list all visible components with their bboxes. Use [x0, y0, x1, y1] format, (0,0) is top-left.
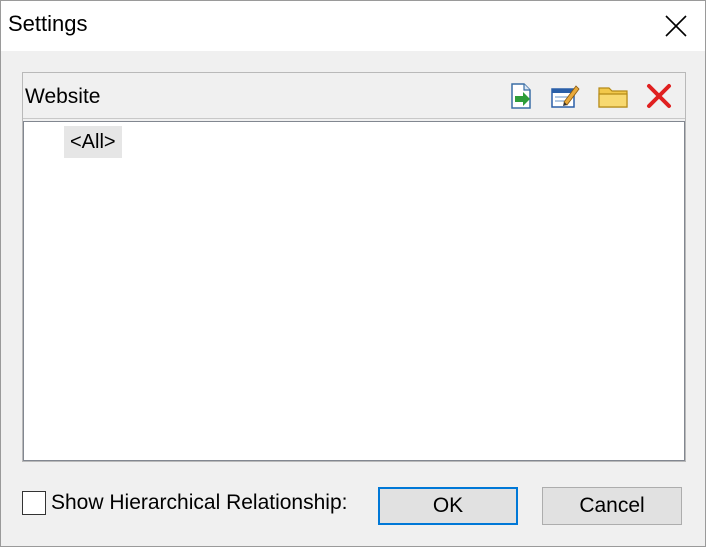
- panel-header: Website: [23, 73, 685, 119]
- dialog-title: Settings: [8, 11, 88, 36]
- folder-icon: [598, 87, 628, 108]
- close-button[interactable]: [647, 1, 705, 51]
- website-panel: Website <All>: [22, 72, 686, 462]
- delete-icon: [647, 84, 671, 108]
- import-icon: [511, 83, 531, 109]
- open-folder-button[interactable]: [596, 79, 630, 113]
- cancel-button[interactable]: Cancel: [542, 487, 682, 525]
- list-item[interactable]: <All>: [64, 126, 122, 158]
- settings-dialog: Settings Website <All> Show Hierarchical…: [0, 0, 706, 547]
- panel-label: Website: [25, 85, 101, 108]
- website-list[interactable]: <All>: [23, 121, 685, 461]
- edit-button[interactable]: [548, 79, 582, 113]
- edit-icon: [551, 85, 580, 108]
- show-hierarchical-checkbox[interactable]: [22, 491, 46, 515]
- show-hierarchical-option[interactable]: Show Hierarchical Relationship:: [22, 491, 347, 515]
- close-icon: [665, 15, 687, 37]
- delete-button[interactable]: [642, 79, 676, 113]
- import-button[interactable]: [504, 79, 538, 113]
- show-hierarchical-label: Show Hierarchical Relationship:: [51, 491, 348, 514]
- title-bar: Settings: [1, 1, 705, 51]
- ok-button[interactable]: OK: [378, 487, 518, 525]
